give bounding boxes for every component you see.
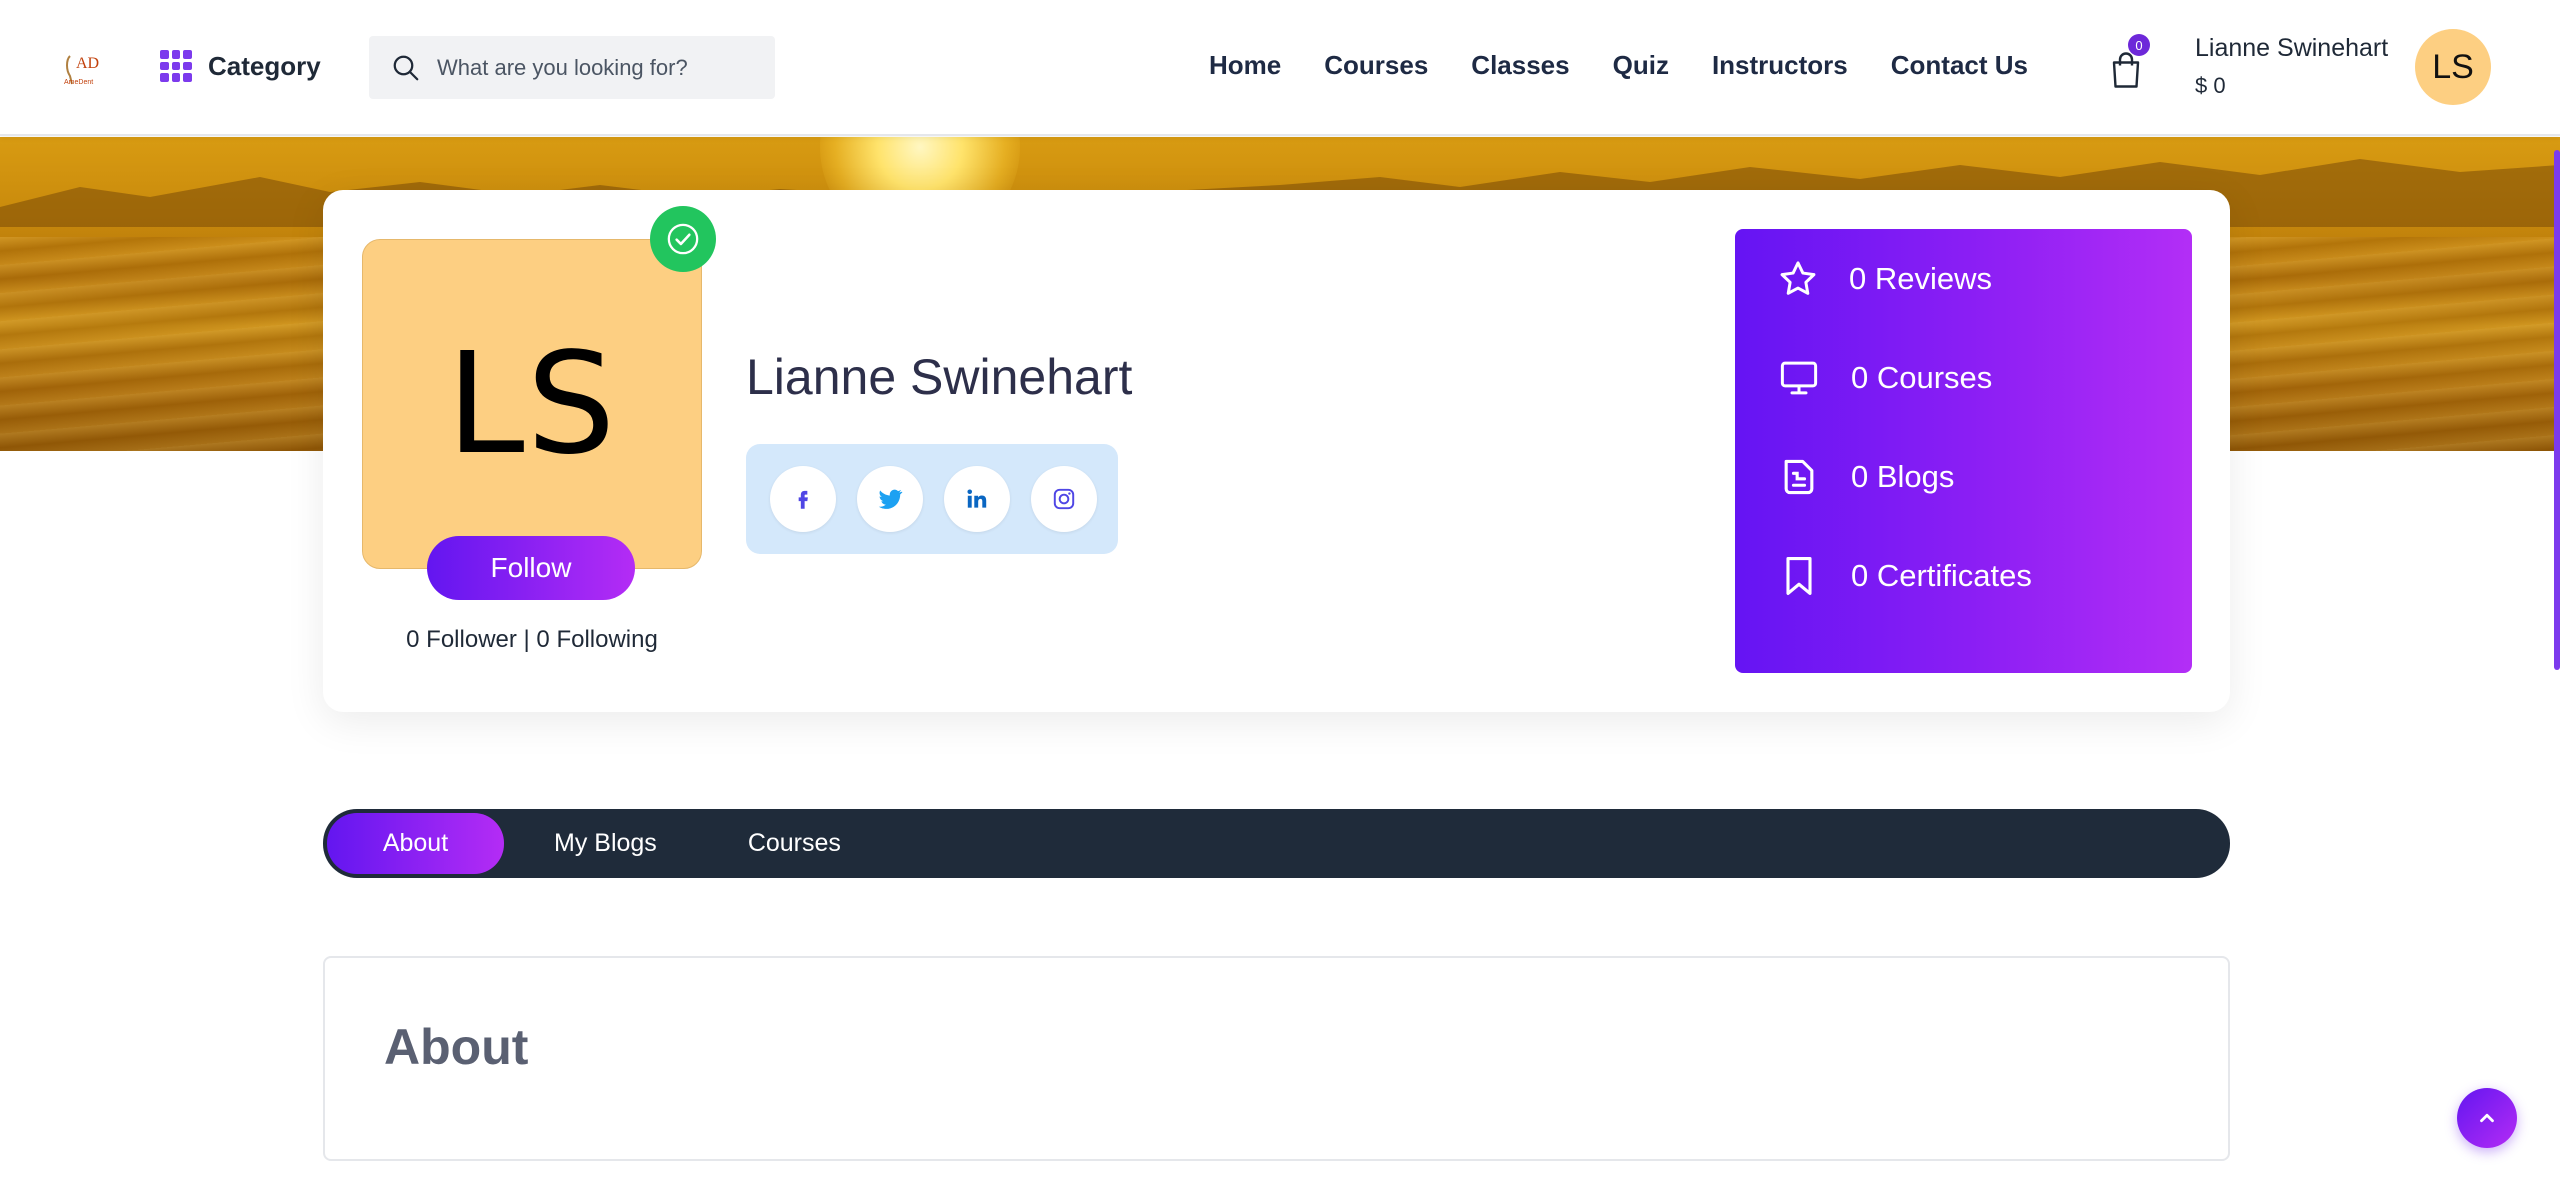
header-avatar[interactable]: LS <box>2415 29 2491 105</box>
top-header: AD AmeDent Category Home Courses Classes… <box>0 0 2560 136</box>
nav-contact-us[interactable]: Contact Us <box>1891 50 2028 81</box>
monitor-icon <box>1780 361 1818 394</box>
profile-tabs: About My Blogs Courses <box>323 809 2230 878</box>
social-links <box>746 444 1118 554</box>
instagram-icon <box>1053 488 1075 510</box>
stat-reviews: 0 Reviews <box>1777 229 2192 328</box>
user-name: Lianne Swinehart <box>2195 34 2389 62</box>
page-scrollbar[interactable] <box>2554 150 2560 670</box>
nav-instructors[interactable]: Instructors <box>1712 50 1848 81</box>
stat-certificates-label: 0 Certificates <box>1851 557 2032 593</box>
stats-panel: 0 Reviews 0 Courses 0 Blogs 0 Certificat… <box>1735 229 2192 673</box>
shopping-bag-icon <box>2112 52 2140 88</box>
twitter-button[interactable] <box>857 466 923 532</box>
category-label: Category <box>208 50 321 81</box>
stat-courses: 0 Courses <box>1777 328 2192 427</box>
chevron-up-icon <box>2480 1113 2494 1123</box>
star-icon <box>1780 260 1816 295</box>
user-balance: $ 0 <box>2195 73 2226 98</box>
cart-button[interactable]: 0 <box>2108 34 2150 90</box>
nav-quiz[interactable]: Quiz <box>1613 50 1669 81</box>
svg-text:AD: AD <box>76 55 99 72</box>
profile-avatar-initials: LS <box>446 322 618 486</box>
stat-courses-label: 0 Courses <box>1851 359 1993 395</box>
facebook-icon <box>798 490 808 509</box>
svg-text:AmeDent: AmeDent <box>64 79 93 86</box>
instagram-button[interactable] <box>1031 466 1097 532</box>
category-menu[interactable]: Category <box>160 50 321 82</box>
blog-icon <box>1784 459 1814 494</box>
nav-courses[interactable]: Courses <box>1324 50 1428 81</box>
bookmark-icon <box>1786 556 1812 595</box>
stat-blogs: 0 Blogs <box>1777 427 2192 526</box>
follow-button[interactable]: Follow <box>427 536 635 600</box>
linkedin-button[interactable] <box>944 466 1010 532</box>
search-input[interactable] <box>437 54 757 81</box>
stat-blogs-label: 0 Blogs <box>1851 458 1955 494</box>
user-info[interactable]: Lianne Swinehart $ 0 <box>2195 34 2388 99</box>
grid-icon <box>160 50 192 82</box>
cart-count-badge: 0 <box>2128 34 2150 56</box>
about-section: About <box>323 956 2230 1161</box>
profile-avatar: LS <box>362 239 702 569</box>
search-bar <box>369 36 775 99</box>
scroll-to-top-button[interactable] <box>2457 1088 2517 1148</box>
tab-about[interactable]: About <box>327 813 504 874</box>
search-icon <box>393 55 419 80</box>
stat-certificates: 0 Certificates <box>1777 526 2192 625</box>
nav-classes[interactable]: Classes <box>1471 50 1569 81</box>
about-title: About <box>384 1019 529 1075</box>
profile-card: LS Follow 0 Follower | 0 Following Liann… <box>323 190 2230 712</box>
verified-badge-icon <box>650 206 716 272</box>
facebook-button[interactable] <box>770 466 836 532</box>
tab-my-blogs[interactable]: My Blogs <box>554 813 657 874</box>
nav-home[interactable]: Home <box>1209 50 1281 81</box>
profile-name: Lianne Swinehart <box>746 349 1133 405</box>
main-nav: Home Courses Classes Quiz Instructors Co… <box>1209 50 2028 81</box>
tab-courses[interactable]: Courses <box>748 813 841 874</box>
linkedin-icon <box>967 489 987 508</box>
follow-stats: 0 Follower | 0 Following <box>406 626 658 653</box>
twitter-icon <box>878 489 903 509</box>
stat-reviews-label: 0 Reviews <box>1849 260 1992 296</box>
ad-logo-icon[interactable]: AD AmeDent <box>62 44 106 92</box>
